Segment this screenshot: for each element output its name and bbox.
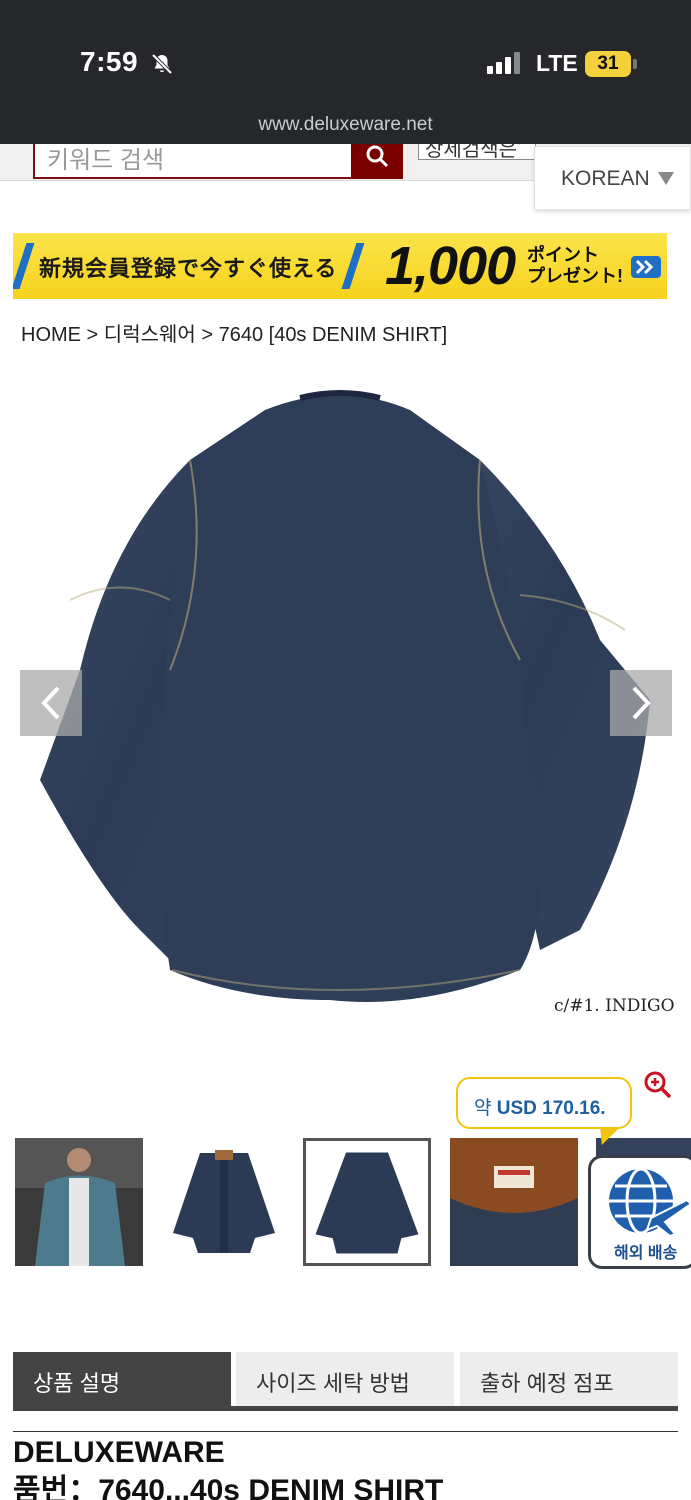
chevron-left-icon xyxy=(41,686,60,720)
thumbnail-4[interactable] xyxy=(450,1138,578,1266)
breadcrumb: HOME > 디럭스웨어 > 7640 [40s DENIM SHIRT] xyxy=(21,324,448,346)
thumbnail-image xyxy=(15,1138,143,1266)
thumbnail-2[interactable] xyxy=(160,1138,288,1266)
shipping-label: 해외 배송 xyxy=(614,1245,678,1262)
banner-stripe xyxy=(341,243,365,289)
chevron-down-icon xyxy=(658,172,674,185)
status-bar: 7:59 LTE 31 www.deluxeware.net xyxy=(0,0,691,144)
banner-stripe xyxy=(13,243,35,289)
tab-product-description[interactable]: 상품 설명 xyxy=(13,1352,231,1406)
status-time: 7:59 xyxy=(80,46,139,77)
image-caption: c/#1. INDIGO xyxy=(554,996,675,1016)
bell-muted-icon xyxy=(151,53,173,75)
thumbnail-image xyxy=(450,1138,578,1266)
signal-icon xyxy=(487,52,523,74)
thumbnail-3-selected[interactable] xyxy=(303,1138,431,1266)
product-name: 품번：7640...40s DENIM SHIRT xyxy=(13,1474,444,1500)
url-bar[interactable]: www.deluxeware.net xyxy=(0,114,691,136)
price-bubble: 약 USD 170.16. xyxy=(456,1077,632,1129)
network-type: LTE xyxy=(536,50,578,76)
price-usd: USD 170.16. xyxy=(496,1098,606,1119)
price-prefix: 약 xyxy=(474,1098,492,1119)
promo-banner[interactable]: 新規会員登録で今すぐ使える 1,000 ポイント プレゼント! xyxy=(13,233,667,299)
search-icon xyxy=(366,145,389,168)
tab-size-washing[interactable]: 사이즈 세탁 방법 xyxy=(236,1352,454,1406)
globe-plane-icon xyxy=(609,1167,691,1238)
double-chevron-right-icon xyxy=(631,256,661,278)
prev-image-button[interactable] xyxy=(20,670,82,736)
next-image-button[interactable] xyxy=(610,670,672,736)
search-input[interactable]: 키워드 검색 xyxy=(33,144,353,179)
tab-shipping-store[interactable]: 출하 예정 점포 xyxy=(460,1352,678,1406)
promo-suffix: ポイント プレゼント! xyxy=(527,245,623,287)
tab-underline xyxy=(13,1406,678,1411)
promo-text: 新規会員登録で今すぐ使える xyxy=(39,256,338,281)
language-label: KOREAN xyxy=(561,167,650,190)
battery-icon: 31 xyxy=(585,51,631,77)
promo-suffix-line1: ポイント xyxy=(527,245,599,265)
thumbnail-image xyxy=(160,1138,288,1266)
overseas-shipping-button[interactable]: 해외 배송 xyxy=(588,1155,691,1269)
search-button[interactable] xyxy=(351,144,403,179)
chevron-right-icon xyxy=(632,686,651,720)
zoom-in-icon[interactable] xyxy=(643,1070,673,1100)
detail-search-select[interactable]: 상세검색은 xyxy=(418,144,536,160)
battery-tip xyxy=(633,59,637,69)
product-main-image[interactable] xyxy=(0,370,691,1060)
promo-suffix-line2: プレゼント! xyxy=(527,266,623,286)
thumbnail-1[interactable] xyxy=(15,1138,143,1266)
promo-amount: 1,000 xyxy=(385,236,516,296)
language-select[interactable]: KOREAN xyxy=(534,146,691,210)
thumbnail-image xyxy=(306,1141,428,1263)
